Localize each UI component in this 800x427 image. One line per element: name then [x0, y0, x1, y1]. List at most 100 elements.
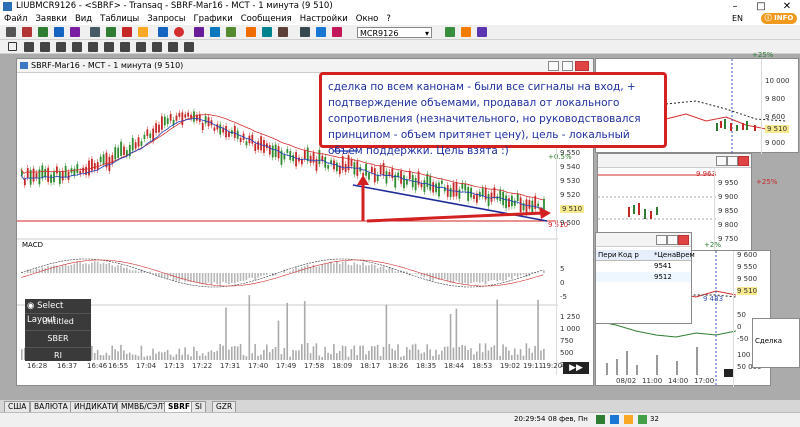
- tool-icon[interactable]: [445, 27, 455, 37]
- tool-icon[interactable]: [40, 42, 50, 52]
- layout-item-ri[interactable]: RI: [25, 347, 91, 364]
- tool-icon[interactable]: [246, 27, 256, 37]
- tool-icon[interactable]: [136, 42, 146, 52]
- tool-icon[interactable]: [120, 42, 130, 52]
- menu-requests[interactable]: Запросы: [143, 13, 189, 25]
- tool-icon[interactable]: [278, 27, 288, 37]
- volume-bar: [243, 355, 245, 360]
- volume-bar: [491, 347, 493, 360]
- macd-bar: [327, 264, 329, 273]
- menu-orders[interactable]: Заявки: [31, 13, 70, 25]
- tool-icon[interactable]: [210, 27, 220, 37]
- menu-file[interactable]: Файл: [0, 13, 31, 25]
- window-maximize[interactable]: [727, 156, 738, 166]
- tool-icon[interactable]: [477, 27, 487, 37]
- column-header[interactable]: *Цена: [654, 251, 676, 259]
- select-layout-panel[interactable]: ◉ Select Layout Untitled SBER RI: [25, 299, 91, 361]
- tool-icon[interactable]: [22, 27, 32, 37]
- volume-bar: [391, 349, 393, 360]
- window-minimize[interactable]: [548, 61, 559, 71]
- table-row[interactable]: 9541: [596, 261, 691, 271]
- column-header[interactable]: Пери: [598, 251, 617, 259]
- volume-bar: [319, 356, 321, 360]
- column-header[interactable]: Код р: [618, 251, 639, 259]
- menu-help[interactable]: ?: [382, 13, 395, 25]
- volume-bar: [111, 346, 113, 360]
- volume-tick: 500: [560, 349, 573, 357]
- window-title: LIUBMCR9126 - <SBRF> - Transaq - SBRF-Ma…: [16, 1, 333, 11]
- tool-icon[interactable]: [106, 27, 116, 37]
- tool-icon[interactable]: [72, 42, 82, 52]
- info-label: INFO: [774, 14, 793, 22]
- scroll-end-button[interactable]: ▶▶: [563, 362, 589, 374]
- volume-bar: [109, 355, 111, 360]
- tool-icon[interactable]: [104, 42, 114, 52]
- volume-bar: [432, 356, 434, 360]
- tool-icon[interactable]: [122, 27, 132, 37]
- quotes-table-window[interactable]: Пери Код р *Цена Врем 9541 9512: [595, 232, 692, 324]
- volume-bar: [435, 350, 437, 360]
- tool-icon[interactable]: [90, 27, 100, 37]
- stop-icon[interactable]: [174, 27, 184, 37]
- tool-icon[interactable]: [461, 27, 471, 37]
- tool-icon[interactable]: [54, 27, 64, 37]
- tool-icon[interactable]: [158, 27, 168, 37]
- menu-settings[interactable]: Настройки: [296, 13, 352, 25]
- window-close[interactable]: [575, 61, 589, 71]
- volume-bar: [365, 354, 367, 360]
- tool-icon[interactable]: [24, 42, 34, 52]
- cursor-icon[interactable]: [8, 42, 17, 51]
- tool-icon[interactable]: [194, 27, 204, 37]
- macd-bar: [106, 264, 108, 273]
- ticker-select[interactable]: MCR9126▾: [357, 27, 432, 38]
- window-minimize[interactable]: [716, 156, 727, 166]
- volume-bar: [310, 353, 312, 360]
- volume-bar: [400, 357, 402, 360]
- layout-item-sber[interactable]: SBER: [25, 330, 91, 347]
- tool-icon[interactable]: [316, 27, 326, 37]
- tool-icon[interactable]: [56, 42, 66, 52]
- tool-icon[interactable]: [70, 27, 80, 37]
- menu-charts[interactable]: Графики: [189, 13, 236, 25]
- info-button[interactable]: ⓘ INFO: [761, 13, 797, 24]
- partial-window-right[interactable]: Сделка: [752, 318, 800, 368]
- menu-tables[interactable]: Таблицы: [96, 13, 143, 25]
- macd-bar: [266, 273, 268, 275]
- volume-bar: [456, 309, 458, 360]
- close-button[interactable]: ✕: [774, 0, 800, 13]
- language-indicator[interactable]: EN: [732, 13, 743, 25]
- menu-messages[interactable]: Сообщения: [237, 13, 296, 25]
- macd-bar: [479, 273, 481, 283]
- tool-icon[interactable]: [38, 27, 48, 37]
- window-maximize[interactable]: [562, 61, 573, 71]
- window-close[interactable]: [738, 156, 749, 166]
- minimize-button[interactable]: –: [722, 0, 748, 13]
- tool-icon[interactable]: [226, 27, 236, 37]
- column-header[interactable]: Врем: [676, 251, 695, 259]
- window-maximize[interactable]: [667, 235, 678, 245]
- macd-bar: [499, 273, 501, 280]
- volume-bar: [324, 347, 326, 360]
- volume-bar: [356, 355, 358, 360]
- window-close[interactable]: [678, 235, 689, 245]
- tool-icon[interactable]: [332, 27, 342, 37]
- tool-icon[interactable]: [138, 27, 148, 37]
- window-minimize[interactable]: [656, 235, 667, 245]
- pct-label: +25%: [756, 178, 777, 186]
- tool-icon[interactable]: [6, 27, 16, 37]
- tool-icon[interactable]: [168, 42, 178, 52]
- menu-window[interactable]: Окно: [352, 13, 383, 25]
- time-tick: 18:44: [444, 362, 464, 370]
- menu-view[interactable]: Вид: [71, 13, 96, 25]
- macd-bar: [243, 273, 245, 281]
- maximize-button[interactable]: □: [748, 0, 774, 13]
- tool-icon[interactable]: [184, 42, 194, 52]
- tool-icon[interactable]: [152, 42, 162, 52]
- macd-bar: [41, 268, 43, 273]
- volume-bar: [534, 346, 536, 360]
- tool-icon[interactable]: [300, 27, 310, 37]
- table-row[interactable]: 9512: [596, 272, 691, 282]
- tool-icon[interactable]: [88, 42, 98, 52]
- tool-icon[interactable]: [262, 27, 272, 37]
- price-axis: 9 950 9 900 9 850 9 800 9 750: [714, 167, 751, 251]
